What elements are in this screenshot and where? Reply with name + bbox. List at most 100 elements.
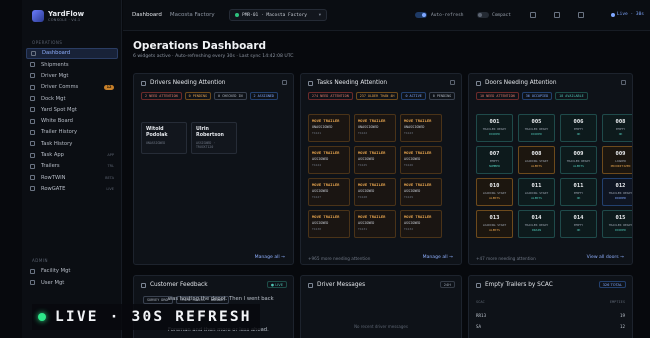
box-icon (30, 62, 35, 68)
task-card[interactable]: MOVE TRAILER ASSIGNED T4132 (400, 210, 442, 238)
chat-icon (30, 84, 35, 90)
brand[interactable]: YardFlow CONSOLE · V4.1 (32, 10, 84, 22)
live-tag: ● LIVE (266, 281, 287, 288)
door-state: TRAILER READY (524, 127, 549, 131)
sidebar-item-trailer-history[interactable]: Trailer History (26, 127, 118, 138)
door-card[interactable]: 011 LOADING START ALERTS (518, 178, 555, 206)
auto-refresh-toggle[interactable] (415, 12, 427, 18)
status-pill[interactable]: 18 AVAILABLE (555, 92, 588, 100)
task-card[interactable]: MOVE TRAILER UNASSIGNED T4123 (400, 114, 442, 142)
status-pill[interactable]: 237 OLDER THAN 4H (355, 92, 399, 100)
status-pill[interactable]: 2 NEED ATTENTION (141, 92, 182, 100)
gate-icon (30, 186, 35, 192)
door-card[interactable]: 007 EMPTY NUMBER (476, 146, 513, 174)
sidebar-item-rowtwin[interactable]: RowTWIN BETA (26, 172, 118, 183)
menu-icon[interactable] (578, 12, 584, 18)
facility-select[interactable]: PMR-01 · Macosta Factory ▾ (229, 9, 327, 21)
door-number: 011 (573, 183, 584, 189)
compact-toggle[interactable] (477, 12, 489, 18)
status-pill[interactable]: 10 NEED ATTENTION (476, 92, 519, 100)
scac-code: SA (476, 324, 482, 329)
door-card[interactable]: 012 TRAILER READY DOCKED (602, 178, 632, 206)
sidebar-item-user-mgt[interactable]: User Mgt (26, 277, 118, 288)
status-pill[interactable]: 274 NEED ATTENTION (308, 92, 353, 100)
door-state: EMPTY (489, 159, 500, 163)
sidebar-item-white-board[interactable]: White Board (26, 116, 118, 127)
door-card[interactable]: 009 LOADER PRIORITIZED (602, 146, 632, 174)
task-grid: MOVE TRAILER UNASSIGNED T4121 MOVE TRAILER U… (308, 114, 442, 238)
twin-icon (30, 175, 35, 181)
sidebar-item-shipments[interactable]: Shipments (26, 59, 118, 70)
task-title: MOVE TRAILER (358, 214, 386, 219)
task-card[interactable]: MOVE TRAILER ASSIGNED T4125 (354, 146, 396, 174)
view-all-doors-link[interactable]: View all doors → (587, 255, 624, 260)
door-icon (476, 80, 481, 86)
sidebar-item-task-app[interactable]: Task App APP (26, 150, 118, 161)
live-status-label: Live · 30s (616, 12, 644, 17)
driver-name: Witold Podolak (146, 127, 168, 138)
door-card[interactable]: 006 EMPTY OK (560, 114, 597, 142)
live-refresh-label: LIVE · 30S REFRESH (55, 309, 252, 325)
door-card[interactable]: 014 TRAILER READY DRAIN (518, 210, 555, 238)
task-card[interactable]: MOVE TRAILER ASSIGNED T4126 (400, 146, 442, 174)
task-card[interactable]: MOVE TRAILER ASSIGNED T4130 (308, 210, 350, 238)
table-row[interactable]: RR13 19 (476, 313, 625, 318)
auto-refresh-label: Auto-refresh (431, 12, 464, 18)
door-substate: DRAIN (531, 228, 542, 232)
empty-state: No recent driver messages (354, 324, 408, 329)
task-card[interactable]: MOVE TRAILER UNASSIGNED T4121 (308, 114, 350, 142)
column-header-empties: EMPTIES (609, 300, 625, 304)
task-card[interactable]: MOVE TRAILER ASSIGNED T4127 (308, 178, 350, 206)
sidebar-item-task-history[interactable]: Task History (26, 138, 118, 149)
time-range-tag[interactable]: 24H (439, 281, 455, 288)
sidebar-item-dashboard[interactable]: Dashboard (26, 48, 118, 59)
door-card[interactable]: 014 EMPTY OK (560, 210, 597, 238)
sidebar-item-facility-mgt[interactable]: Facility Mgt (26, 266, 118, 277)
door-card[interactable]: 005 TRAILER READY DOCKED (518, 114, 555, 142)
door-substate: ALERTS (573, 164, 584, 168)
expand-icon[interactable] (282, 80, 287, 85)
sidebar-item-dock-mgt[interactable]: Dock Mgt (26, 93, 118, 104)
task-id: T4124 (312, 163, 322, 167)
driver-status: ASSIGNED · TRUCKT120 (196, 141, 216, 150)
door-card[interactable]: 010 LOADING START ALERTS (476, 178, 513, 206)
task-card[interactable]: MOVE TRAILER UNASSIGNED T4122 (354, 114, 396, 142)
door-card[interactable]: 001 TRAILER READY DOCKED (476, 114, 513, 142)
task-card[interactable]: MOVE TRAILER ASSIGNED T4131 (354, 210, 396, 238)
sidebar-item-driver-mgt[interactable]: Driver Mgt (26, 71, 118, 82)
trailer-icon (476, 282, 481, 288)
door-card[interactable]: 015 TRAILER READY DOCKED (602, 210, 632, 238)
table-row[interactable]: SA 12 (476, 324, 625, 329)
door-card[interactable]: 013 LOADING START ALERTS (476, 210, 513, 238)
task-card[interactable]: MOVE TRAILER ASSIGNED T4124 (308, 146, 350, 174)
task-card[interactable]: MOVE TRAILER ASSIGNED T4129 (400, 178, 442, 206)
manage-tasks-link[interactable]: Manage all → (423, 255, 453, 260)
driver-card[interactable]: Witold Podolak UNASSIGNED (141, 122, 187, 154)
door-card[interactable]: 008 LOADING START ALERTS (518, 146, 555, 174)
driver-card[interactable]: Ulrin Robertson ASSIGNED · TRUCKT120 (191, 122, 237, 154)
widget-title: Drivers Needing Attention (150, 80, 226, 86)
door-card[interactable]: 008 EMPTY OK (602, 114, 632, 142)
sidebar-item-rowgate[interactable]: RowGATE LIVE (26, 184, 118, 195)
bell-icon[interactable] (554, 12, 560, 18)
status-pill[interactable]: 0 PENDING (184, 92, 212, 100)
door-card[interactable]: 009 TRAILER READY ALERTS (560, 146, 597, 174)
status-dot-icon (235, 13, 239, 17)
status-pill[interactable]: 36 OCCUPIED (521, 92, 553, 100)
manage-drivers-link[interactable]: Manage all → (255, 255, 285, 260)
status-pill[interactable]: 0 CHECKED IN (214, 92, 247, 100)
status-pill[interactable]: 0 ACTIVE (401, 92, 426, 100)
breadcrumb-dashboard[interactable]: Dashboard (132, 12, 162, 18)
task-card[interactable]: MOVE TRAILER ASSIGNED T4128 (354, 178, 396, 206)
sidebar-item-label: Task App (41, 152, 64, 159)
sidebar-item-driver-comms[interactable]: Driver Comms 12 (26, 82, 118, 93)
sidebar-item-label: Driver Mgt (41, 72, 69, 79)
door-card[interactable]: 011 EMPTY OK (560, 178, 597, 206)
expand-icon[interactable] (450, 80, 455, 85)
gear-icon[interactable] (530, 12, 536, 18)
expand-icon[interactable] (621, 80, 626, 85)
sidebar-item-trailers[interactable]: Trailers TRL (26, 161, 118, 172)
status-pill[interactable]: 2 ASSIGNED (249, 92, 278, 100)
sidebar-item-yard-spot-mgt[interactable]: Yard Spot Mgt (26, 104, 118, 115)
status-pill[interactable]: 0 PENDING (428, 92, 456, 100)
